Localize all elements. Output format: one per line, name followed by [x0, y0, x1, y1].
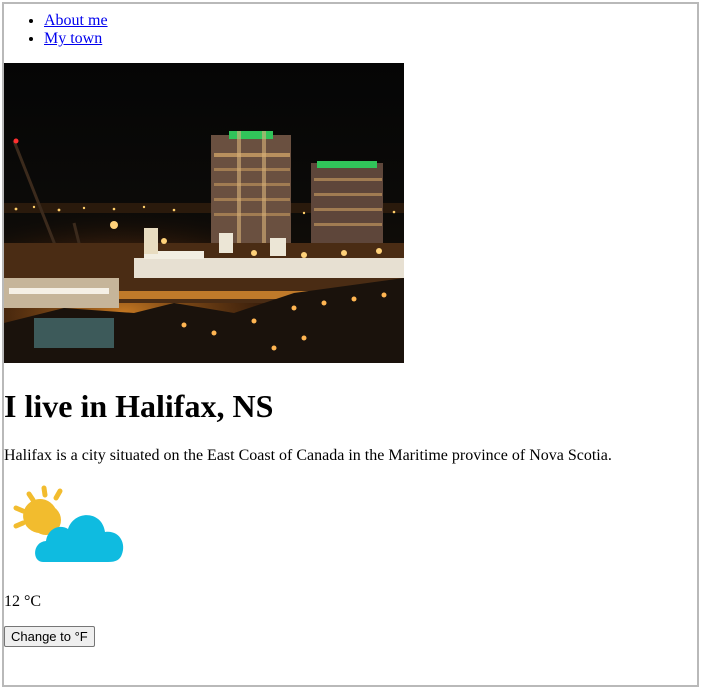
page-title: I live in Halifax, NS — [4, 388, 274, 424]
partly-cloudy-icon — [13, 485, 124, 562]
halifax-night-photo — [4, 63, 404, 363]
page-frame: About me My town — [2, 2, 699, 687]
change-units-button[interactable]: Change to °F — [4, 626, 95, 647]
nav-item-about-me: About me — [44, 12, 697, 30]
nav-link-my-town[interactable]: My town — [44, 30, 102, 47]
town-description: Halifax is a city situated on the East C… — [4, 447, 612, 464]
temperature-readout: 12 °C — [4, 593, 42, 610]
nav-item-my-town: My town — [44, 30, 697, 48]
nav-link-about-me[interactable]: About me — [44, 12, 108, 29]
nav-list: About me My town — [4, 12, 697, 48]
